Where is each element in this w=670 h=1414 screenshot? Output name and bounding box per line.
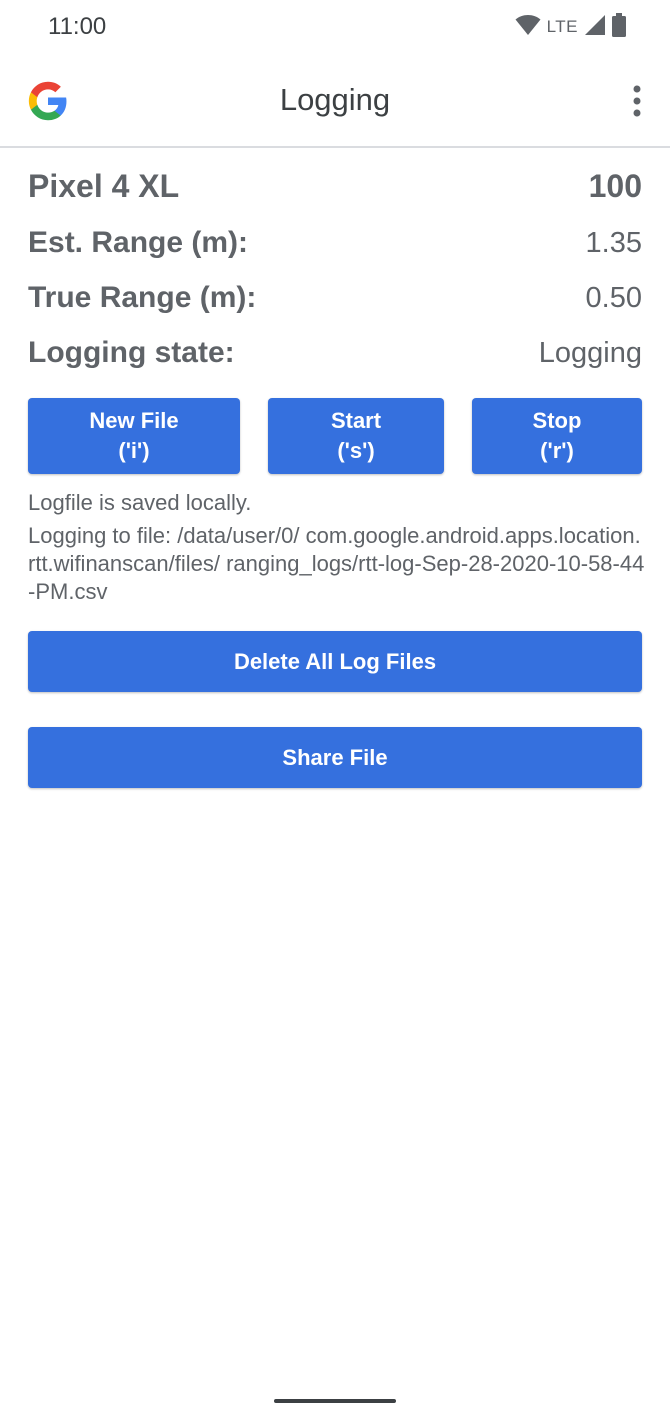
logging-state-label: Logging state:: [28, 336, 235, 369]
status-time: 11:00: [48, 13, 107, 40]
true-range-label: True Range (m):: [28, 281, 257, 314]
log-path-text: Logging to file: /data/user/0/ com.googl…: [28, 523, 645, 604]
device-row: Pixel 4 XL 100: [28, 168, 642, 205]
true-range-value: 0.50: [585, 281, 642, 314]
est-range-row: Est. Range (m): 1.35: [28, 226, 642, 260]
wifi-icon: [515, 14, 541, 41]
log-saved-text: Logfile is saved locally.: [28, 490, 252, 515]
logging-state-row: Logging state: Logging: [28, 336, 642, 370]
home-indicator[interactable]: [274, 1399, 396, 1403]
delete-all-logs-button[interactable]: Delete All Log Files: [28, 631, 642, 692]
stop-button[interactable]: Stop ('r'): [472, 398, 642, 474]
page-title: Logging: [279, 82, 391, 117]
more-vert-icon[interactable]: [630, 84, 644, 118]
device-name: Pixel 4 XL: [28, 168, 180, 204]
start-label: Start: [330, 408, 382, 433]
status-bar: 11:00 LTE: [0, 0, 670, 54]
start-button[interactable]: Start ('s'): [268, 398, 444, 474]
start-shortcut: ('s'): [337, 438, 375, 463]
cell-signal-icon: [584, 14, 606, 41]
new-file-button[interactable]: New File ('i'): [28, 398, 240, 474]
stop-label: Stop: [532, 408, 582, 433]
est-range-label: Est. Range (m):: [28, 226, 249, 259]
share-file-button[interactable]: Share File: [28, 727, 642, 788]
app-bar: Logging: [0, 54, 670, 148]
status-icons: LTE: [515, 12, 626, 42]
new-file-shortcut: ('i'): [118, 438, 150, 463]
network-type: LTE: [546, 17, 578, 36]
new-file-label: New File: [89, 408, 179, 433]
true-range-row: True Range (m): 0.50: [28, 281, 642, 315]
battery-icon: [612, 12, 626, 42]
device-value: 100: [588, 168, 642, 204]
est-range-value: 1.35: [585, 226, 642, 259]
logging-state-value: Logging: [538, 336, 642, 369]
stop-shortcut: ('r'): [540, 438, 574, 463]
